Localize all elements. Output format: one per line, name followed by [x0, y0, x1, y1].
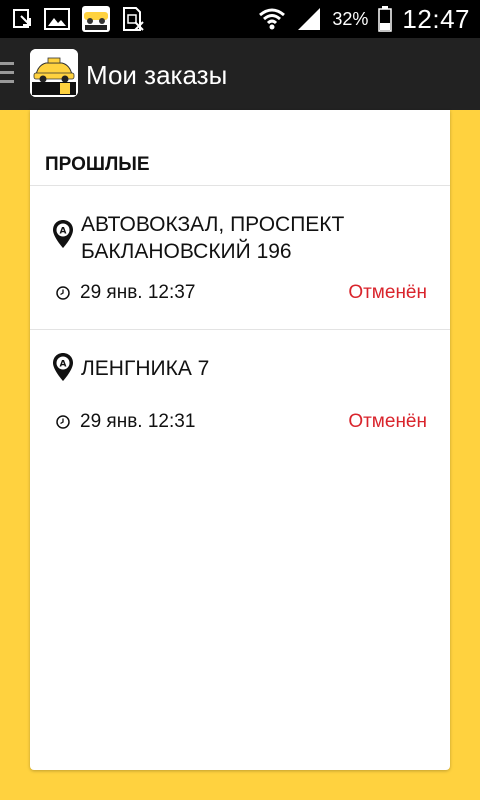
battery-icon: [378, 6, 393, 32]
order-item[interactable]: A ЛЕНГНИКА 7 29 янв. 12:31 Отменён: [30, 330, 450, 450]
page-title: Мои заказы: [86, 60, 228, 90]
taxi-logo-icon: [30, 49, 78, 97]
svg-text:A: A: [60, 360, 67, 370]
order-address: ЛЕНГНИКА 7: [81, 357, 210, 380]
app-notification-icon: [82, 6, 110, 32]
section-title-past: ПРОШЛЫЕ: [45, 154, 150, 175]
pickup-pin-icon: A: [53, 353, 73, 381]
wifi-icon: [259, 8, 286, 30]
order-item[interactable]: A АВТОВОКЗАЛ, ПРОСПЕКТ БАКЛАНОВСКИЙ 196 …: [30, 186, 450, 329]
order-status: Отменён: [348, 282, 427, 303]
clock-icon: [56, 286, 70, 300]
menu-icon[interactable]: [0, 62, 14, 84]
svg-text:A: A: [60, 227, 67, 237]
download-icon: [13, 9, 31, 28]
status-bar: 32% 12:47: [0, 0, 480, 38]
order-status: Отменён: [348, 411, 427, 432]
order-address: АВТОВОКЗАЛ, ПРОСПЕКТ БАКЛАНОВСКИЙ 196: [81, 213, 345, 263]
signal-icon: [298, 8, 321, 30]
order-time: 29 янв. 12:37: [80, 282, 196, 303]
status-time: 12:47: [402, 3, 470, 34]
app-logo[interactable]: [30, 49, 78, 97]
battery-percent: 32%: [332, 8, 369, 29]
action-bar: Мои заказы: [0, 38, 480, 110]
orders-card: ПРОШЛЫЕ A АВТОВОКЗАЛ, ПРОСПЕКТ БАКЛАНОВС…: [30, 110, 450, 770]
sim-icon: [123, 7, 144, 31]
pickup-pin-icon: A: [53, 220, 73, 248]
order-time: 29 янв. 12:31: [80, 411, 196, 432]
gallery-icon: [44, 8, 70, 30]
clock-icon: [56, 415, 70, 429]
